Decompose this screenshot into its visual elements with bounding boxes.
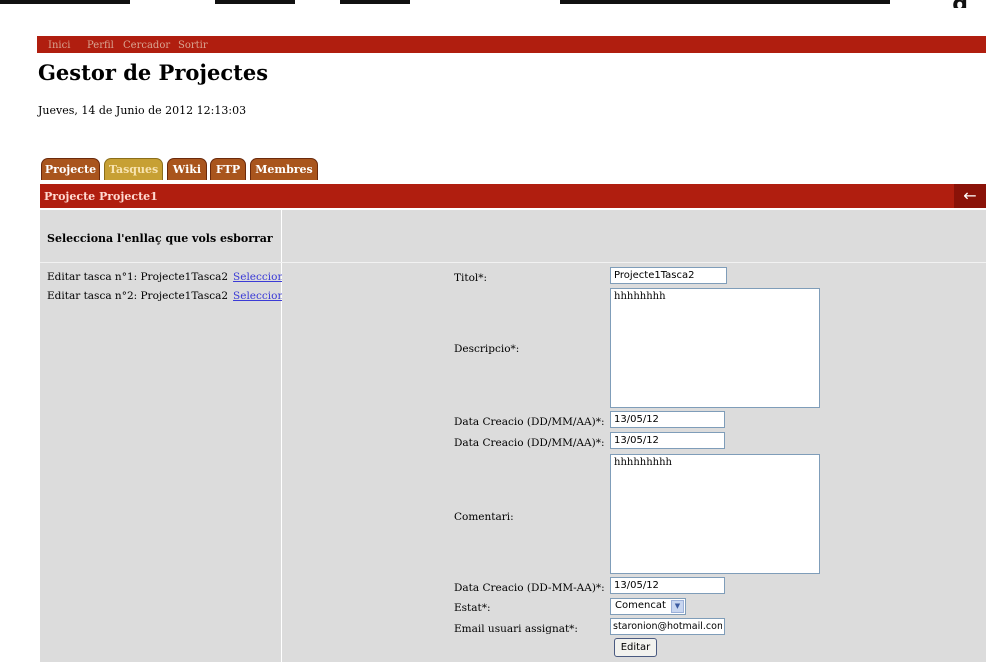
- data-creacio-input[interactable]: [610, 411, 725, 428]
- tab-wiki[interactable]: Wiki: [167, 158, 207, 180]
- tab-membres[interactable]: Membres: [250, 158, 318, 180]
- estat-select[interactable]: Comencat ▼: [610, 598, 686, 615]
- arrow-left-icon[interactable]: ←: [954, 184, 986, 208]
- divider: [40, 262, 986, 263]
- task-label: Editar tasca n°2: Projecte1Tasca2: [47, 290, 229, 302]
- titol-input[interactable]: [610, 267, 727, 284]
- data-creacio-input-3[interactable]: [610, 577, 725, 594]
- logo-icon: g: [952, 0, 968, 8]
- task-list-panel: Selecciona l'enllaç que vols esborrar Ed…: [40, 210, 296, 662]
- list-item: Editar tasca n°1: Projecte1Tasca2 Selecci…: [47, 271, 296, 283]
- panel-heading: Selecciona l'enllaç que vols esborrar: [47, 232, 273, 245]
- descripcio-label: Descripcio*:: [454, 343, 520, 355]
- page-title: Gestor de Projectes: [38, 60, 269, 85]
- chevron-down-icon: ▼: [671, 600, 684, 613]
- comentari-textarea[interactable]: hhhhhhhhh: [610, 454, 820, 574]
- email-input[interactable]: [610, 618, 725, 635]
- editar-button[interactable]: Editar: [614, 638, 657, 657]
- top-banner: g: [0, 0, 986, 8]
- list-item: Editar tasca n°2: Projecte1Tasca2 Selecci…: [47, 290, 296, 302]
- tab-ftp[interactable]: FTP: [210, 158, 246, 180]
- main-menu: Inici Perfil Cercador Sortir: [37, 36, 986, 53]
- menu-item-sortir[interactable]: Sortir: [178, 40, 208, 51]
- section-title: Projecte Projecte1: [44, 190, 158, 203]
- data-creacio-label-3: Data Creacio (DD-MM-AA)*:: [454, 582, 605, 594]
- email-label: Email usuari assignat*:: [454, 623, 578, 635]
- tab-tasques[interactable]: Tasques: [104, 158, 163, 180]
- descripcio-textarea[interactable]: hhhhhhhh: [610, 288, 820, 408]
- titol-label: Titol*:: [454, 272, 488, 284]
- data-creacio-input-2[interactable]: [610, 432, 725, 449]
- estat-label: Estat*:: [454, 602, 491, 614]
- tab-projecte[interactable]: Projecte: [41, 158, 100, 180]
- comentari-label: Comentari:: [454, 511, 514, 523]
- estat-selected-value: Comencat: [615, 600, 666, 611]
- data-creacio-label-2: Data Creacio (DD/MM/AA)*:: [454, 437, 605, 449]
- current-date: Jueves, 14 de Junio de 2012 12:13:03: [38, 104, 247, 117]
- edit-task-form: Titol*: Descripcio*: hhhhhhhh Data Creac…: [282, 210, 986, 662]
- task-label: Editar tasca n°1: Projecte1Tasca2: [47, 271, 229, 283]
- menu-item-perfil[interactable]: Perfil: [87, 40, 114, 51]
- section-header: Projecte Projecte1 ←: [40, 184, 986, 208]
- data-creacio-label: Data Creacio (DD/MM/AA)*:: [454, 416, 605, 428]
- menu-item-cercador[interactable]: Cercador: [123, 40, 170, 51]
- menu-item-inici[interactable]: Inici: [48, 40, 70, 51]
